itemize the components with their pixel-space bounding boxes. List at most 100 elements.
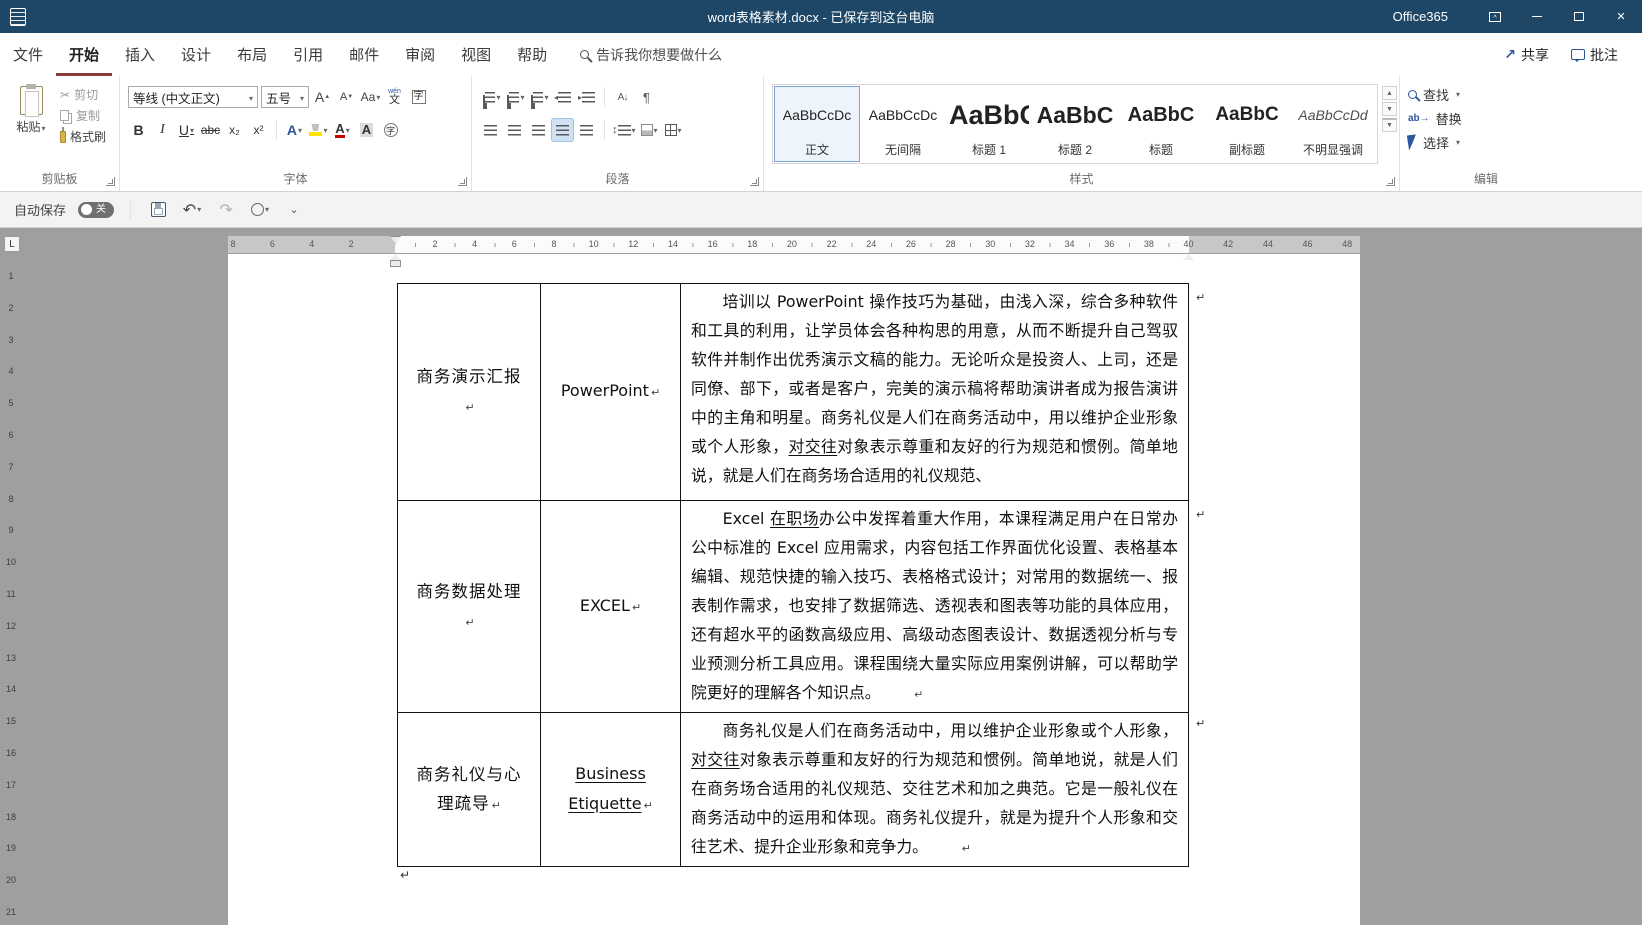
customize-quick-access-button[interactable]: ⌄ [283, 198, 305, 222]
comment-icon [1571, 49, 1585, 60]
italic-button[interactable]: I [152, 119, 173, 141]
borders-icon [665, 124, 677, 136]
style-item-1[interactable]: AaBbCcDc无间隔 [860, 86, 946, 162]
account-name[interactable]: Office365 [1393, 9, 1448, 24]
find-button[interactable]: 查找 [1408, 84, 1564, 104]
tab-5[interactable]: 引用 [280, 33, 336, 76]
style-item-2[interactable]: AaBbC标题 1 [946, 86, 1032, 162]
tab-2[interactable]: 插入 [112, 33, 168, 76]
h-ruler[interactable]: 8642246810121416182022242628303234363840… [0, 236, 1642, 253]
styles-dialog-launcher[interactable] [1386, 177, 1395, 186]
style-name: 副标题 [1229, 141, 1265, 158]
shading-button[interactable] [639, 119, 660, 141]
description-cell[interactable]: Excel 在职场办公中发挥着重大作用，本课程满足用户在日常办公中标准的 Exc… [681, 501, 1189, 713]
show-hide-marks-button[interactable]: ¶ [636, 86, 657, 108]
increase-indent-button[interactable]: ▸ [576, 86, 597, 108]
enclose-characters-button[interactable]: 字 [380, 119, 401, 141]
font-dialog-launcher[interactable] [458, 177, 467, 186]
numbering-button[interactable] [504, 86, 525, 108]
description-cell[interactable]: 商务礼仪是人们在商务活动中，用以维护企业形象或个人形象，对交往对象表示尊重和友好… [681, 713, 1189, 867]
align-left-icon [484, 125, 497, 136]
cut-button[interactable]: ✂剪切 [60, 86, 106, 103]
clipboard-dialog-launcher[interactable] [106, 177, 115, 186]
description-cell[interactable]: 培训以 PowerPoint 操作技巧为基础，由浅入深，综合多种软件和工具的利用… [681, 284, 1189, 501]
close-button[interactable]: × [1600, 0, 1642, 33]
character-shading-button[interactable]: A [356, 119, 377, 141]
styles-more-button[interactable]: ▼ [1382, 118, 1397, 132]
maximize-button[interactable] [1558, 0, 1600, 33]
paste-button[interactable]: 粘贴 [8, 84, 54, 167]
redo-button[interactable]: ↷ [215, 198, 237, 222]
tab-1[interactable]: 开始 [56, 33, 112, 76]
decrease-indent-button[interactable]: ◂ [552, 86, 573, 108]
sort-button[interactable]: A↓ [612, 86, 633, 108]
tool-cell[interactable]: EXCEL↵ [541, 501, 681, 713]
course-name-cell[interactable]: 商务演示汇报↵ [398, 284, 541, 501]
tool-cell[interactable]: PowerPoint↵ [541, 284, 681, 501]
strikethrough-button[interactable]: abc [200, 119, 221, 141]
shrink-font-button[interactable]: A▼ [336, 86, 357, 108]
change-case-button[interactable]: Aa [360, 86, 381, 108]
paragraph-dialog-launcher[interactable] [750, 177, 759, 186]
copy-button[interactable]: 复制 [60, 107, 106, 124]
save-button[interactable] [147, 198, 169, 222]
styles-scroll-down-button[interactable]: ▼ [1382, 102, 1397, 116]
highlight-color-button[interactable] [308, 119, 329, 141]
ruler-right-margin-zone[interactable] [1189, 236, 1360, 253]
select-button[interactable]: 选择 [1408, 132, 1564, 152]
comments-button[interactable]: 批注 [1561, 45, 1628, 65]
font-name-combobox[interactable]: 等线 (中文正文) [128, 86, 258, 108]
touch-mouse-mode-button[interactable] [249, 198, 271, 222]
style-item-6[interactable]: AaBbCcDd不明显强调 [1290, 86, 1376, 162]
minimize-button[interactable] [1516, 0, 1558, 33]
subscript-button[interactable]: x₂ [224, 119, 245, 141]
tool-cell[interactable]: Business Etiquette↵ [541, 713, 681, 867]
tab-0[interactable]: 文件 [0, 33, 56, 76]
tab-7[interactable]: 审阅 [392, 33, 448, 76]
tab-8[interactable]: 视图 [448, 33, 504, 76]
character-border-button[interactable]: 字 [408, 86, 429, 108]
tab-selector[interactable]: L [4, 236, 20, 252]
bullets-button[interactable] [480, 86, 501, 108]
v-ruler[interactable]: L 123456789101112131415161718192021 [0, 236, 24, 925]
phonetic-guide-button[interactable]: wén文 [384, 86, 405, 108]
course-name-cell[interactable]: 商务数据处理↵ [398, 501, 541, 713]
tab-9[interactable]: 帮助 [504, 33, 560, 76]
document-page[interactable]: 商务演示汇报↵ PowerPoint↵ 培训以 PowerPoint 操作技巧为… [228, 254, 1360, 925]
tab-6[interactable]: 邮件 [336, 33, 392, 76]
grow-font-button[interactable]: A▲ [312, 86, 333, 108]
line-spacing-button[interactable]: ↕ [612, 119, 636, 141]
multilevel-list-button[interactable] [528, 86, 549, 108]
left-indent-marker[interactable] [390, 260, 401, 267]
styles-scroll-up-button[interactable]: ▲ [1382, 86, 1397, 100]
tell-me-search[interactable]: 告诉我你想要做什么 [580, 33, 722, 76]
course-name-cell[interactable]: 商务礼仪与心理疏导↵ [398, 713, 541, 867]
style-item-0[interactable]: AaBbCcDc正文 [774, 86, 860, 162]
text-effects-button[interactable]: A [284, 119, 305, 141]
align-center-button[interactable] [504, 119, 525, 141]
autosave-toggle[interactable]: 关 [78, 202, 114, 218]
multilevel-list-icon [533, 92, 543, 103]
style-item-3[interactable]: AaBbC标题 2 [1032, 86, 1118, 162]
superscript-button[interactable]: x² [248, 119, 269, 141]
format-painter-button[interactable]: 格式刷 [60, 128, 106, 145]
tab-4[interactable]: 布局 [224, 33, 280, 76]
app-icon [10, 8, 26, 26]
borders-button[interactable] [663, 119, 684, 141]
style-item-4[interactable]: AaBbC标题 [1118, 86, 1204, 162]
bold-button[interactable]: B [128, 119, 149, 141]
underline-button[interactable]: U [176, 119, 197, 141]
justify-button[interactable] [552, 119, 573, 141]
share-button[interactable]: ↗ 共享 [1494, 45, 1559, 65]
distribute-button[interactable] [576, 119, 597, 141]
style-item-5[interactable]: AaBbC副标题 [1204, 86, 1290, 162]
sort-icon: A↓ [618, 92, 628, 103]
tab-3[interactable]: 设计 [168, 33, 224, 76]
ribbon-display-options-button[interactable]: ^ [1474, 0, 1516, 33]
undo-button[interactable]: ↶ [181, 198, 203, 222]
align-right-button[interactable] [528, 119, 549, 141]
replace-button[interactable]: ab→ 替换 [1408, 108, 1564, 128]
align-left-button[interactable] [480, 119, 501, 141]
font-size-combobox[interactable]: 五号 [261, 86, 309, 108]
font-color-button[interactable]: A [332, 119, 353, 141]
